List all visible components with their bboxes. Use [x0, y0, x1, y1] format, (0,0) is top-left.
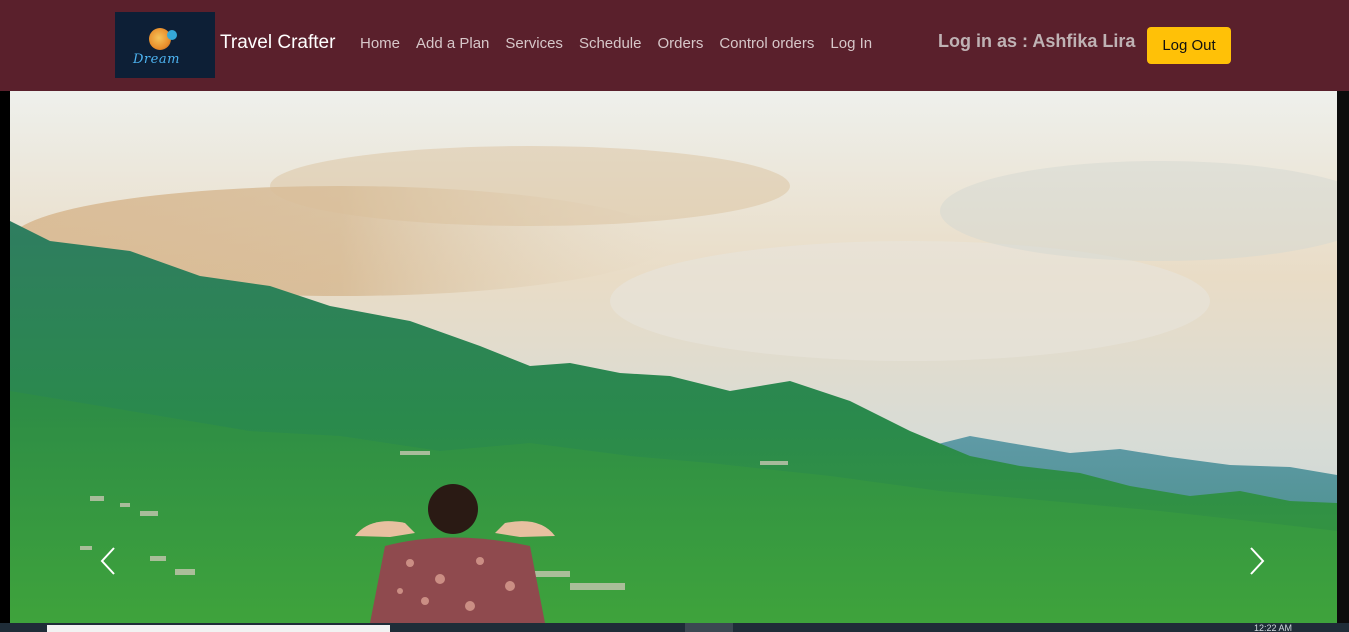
nav-link-services[interactable]: Services [497, 35, 571, 52]
nav-link-log-in[interactable]: Log In [822, 35, 880, 52]
taskbar-clock: 12:22 AM [1254, 624, 1293, 632]
carousel-next-button[interactable] [1241, 546, 1271, 576]
nav-link-schedule[interactable]: Schedule [571, 35, 650, 52]
logout-button[interactable]: Log Out [1147, 27, 1231, 64]
chevron-left-icon [100, 547, 115, 575]
taskbar: 12:22 AM [0, 623, 1349, 632]
taskbar-app-button[interactable] [685, 623, 733, 632]
chevron-right-icon [1250, 547, 1265, 575]
logo-bird-mark [167, 30, 177, 40]
scrollbar-gutter [1337, 91, 1349, 623]
hero-carousel [10, 91, 1337, 623]
hero-image [10, 91, 1337, 623]
logo-text: Dream [133, 52, 180, 67]
taskbar-search-box[interactable] [47, 625, 390, 632]
nav-link-orders[interactable]: Orders [650, 35, 712, 52]
logged-in-user-label: Log in as : Ashfika Lira [938, 31, 1136, 51]
brand-logo[interactable]: Dream [115, 12, 215, 78]
brand-name[interactable]: Travel Crafter [220, 32, 335, 54]
nav-link-control-orders[interactable]: Control orders [711, 35, 822, 52]
nav-link-home[interactable]: Home [352, 35, 408, 52]
nav-link-add-a-plan[interactable]: Add a Plan [408, 35, 497, 52]
carousel-prev-button[interactable] [94, 546, 124, 576]
nav-links: Home Add a Plan Services Schedule Orders… [352, 35, 880, 52]
navbar: Dream Travel Crafter Home Add a Plan Ser… [0, 0, 1349, 91]
